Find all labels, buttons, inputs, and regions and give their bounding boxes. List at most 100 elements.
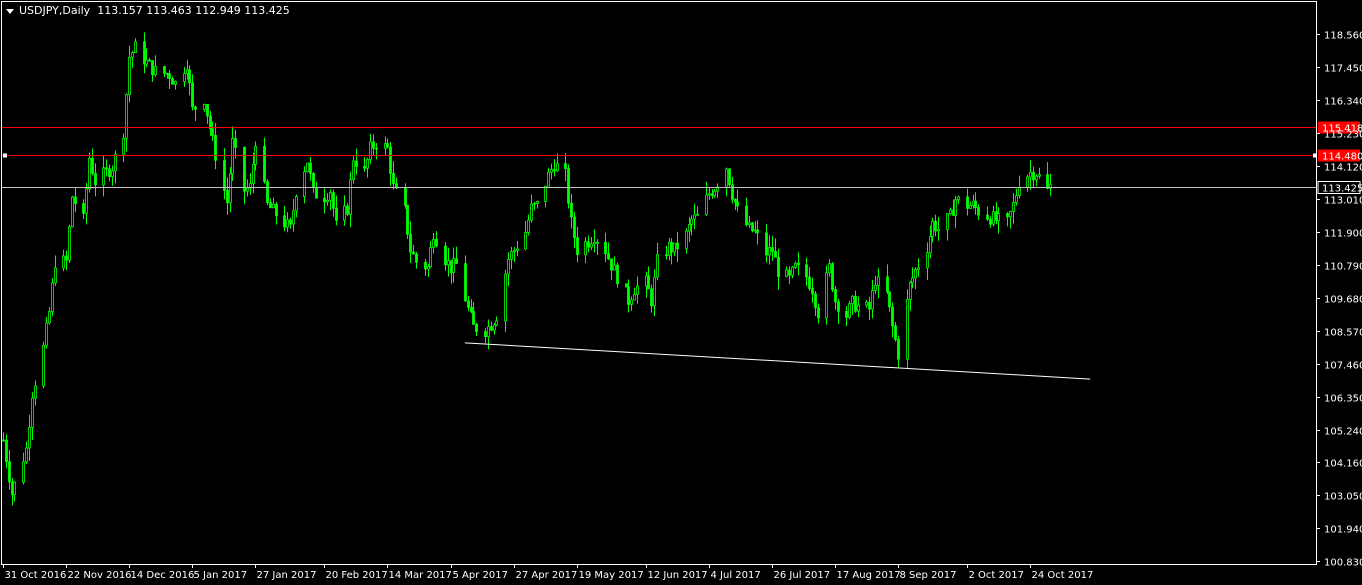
x-tick-label: 12 Jun 2017 — [648, 570, 708, 581]
candle-body — [389, 146, 392, 174]
candle-body — [424, 261, 427, 270]
candle-body — [550, 169, 553, 173]
candle-body — [435, 238, 438, 247]
candle-body — [926, 252, 929, 269]
candle-body — [493, 324, 496, 331]
candle-body — [837, 301, 840, 312]
chart-header: USDJPY,Daily 113.157 113.463 112.949 113… — [6, 4, 290, 17]
y-tick-label: 115.230 — [1324, 130, 1362, 141]
candle-body — [567, 168, 570, 204]
candle-body — [283, 215, 286, 228]
candle-body — [467, 300, 470, 308]
candle-body — [292, 210, 295, 225]
candle-body — [547, 171, 550, 187]
x-tick-label: 27 Apr 2017 — [516, 570, 578, 581]
candle-body — [854, 295, 857, 312]
candle-body — [937, 229, 940, 232]
candle-body — [931, 220, 934, 237]
candle-body — [295, 196, 298, 212]
candle-body — [894, 325, 897, 340]
candle-body — [412, 251, 415, 255]
x-tick-label: 22 Nov 2016 — [68, 570, 132, 581]
candle-body — [527, 219, 530, 233]
candle-body — [329, 192, 332, 201]
y-tick-label: 113.010 — [1324, 196, 1362, 207]
candle-body — [688, 224, 691, 232]
candle-body — [31, 397, 34, 428]
candle-body — [728, 168, 731, 186]
candle-body — [656, 254, 659, 278]
candle-body — [369, 141, 372, 160]
x-tick-label: 31 Oct 2016 — [5, 570, 67, 581]
candle-body — [888, 291, 891, 308]
candle-body — [366, 158, 369, 169]
candle-body — [917, 267, 920, 271]
candle-body — [25, 447, 28, 463]
candle-body — [536, 200, 539, 204]
candle-body — [636, 285, 639, 295]
candle-body — [243, 146, 246, 192]
candle-body — [231, 138, 234, 175]
candle-body — [748, 222, 751, 225]
x-tick-label: 26 Jul 2017 — [774, 570, 831, 581]
candle-body — [911, 277, 914, 284]
candle-body — [415, 253, 418, 263]
candle-body — [42, 344, 45, 387]
candle-body — [974, 200, 977, 208]
candle-body — [352, 160, 355, 180]
chart-background — [0, 0, 1362, 585]
candle-body — [206, 104, 209, 117]
candle-body — [690, 218, 693, 225]
candle-body — [507, 258, 510, 275]
current-price-label: 113.425 — [1322, 184, 1362, 195]
candle-body — [495, 320, 498, 326]
candle-body — [504, 273, 507, 322]
candle-body — [909, 282, 912, 300]
candle-body — [148, 59, 151, 62]
candle-body — [1015, 195, 1018, 203]
candle-body — [54, 267, 57, 284]
candle-body — [13, 481, 16, 496]
candle-body — [665, 254, 668, 257]
candle-body — [191, 82, 194, 108]
candle-body — [966, 196, 969, 209]
candle-body — [713, 190, 716, 196]
y-tick-label: 106.350 — [1324, 394, 1362, 405]
candle-body — [969, 204, 972, 209]
candle-body — [613, 264, 616, 271]
candle-body — [705, 194, 708, 215]
candle-body — [957, 196, 960, 201]
candle-body — [194, 106, 197, 110]
candle-body — [851, 295, 854, 305]
candle-body — [335, 207, 338, 221]
line-anchor-left — [3, 153, 7, 158]
candle-body — [444, 245, 447, 266]
y-tick-label: 116.340 — [1324, 97, 1362, 108]
x-tick-label: 20 Feb 2017 — [326, 570, 388, 581]
candle-body — [275, 203, 278, 217]
candle-body — [312, 172, 315, 188]
candle-body — [564, 163, 567, 169]
candle-body — [1038, 174, 1041, 177]
candle-body — [857, 304, 860, 312]
candle-body — [1006, 213, 1009, 218]
candle-body — [455, 258, 458, 265]
candle-body — [386, 143, 389, 148]
candle-body — [650, 288, 653, 307]
candle-body — [429, 247, 432, 267]
candle-body — [877, 276, 880, 286]
y-tick-label: 114.120 — [1324, 163, 1362, 174]
triangle-down-icon[interactable] — [6, 8, 14, 14]
candle-body — [484, 331, 487, 338]
candle-body — [765, 232, 768, 256]
candle-body — [1026, 176, 1029, 188]
candlestick-chart[interactable]: 115.418114.480113.425118.560117.450116.3… — [0, 0, 1362, 585]
candle-body — [777, 256, 780, 278]
candle-body — [183, 73, 186, 82]
candle-body — [845, 311, 848, 318]
candle-body — [725, 168, 728, 188]
candle-body — [745, 205, 748, 225]
candle-body — [785, 269, 788, 278]
candle-body — [125, 94, 128, 139]
candle-body — [1032, 171, 1035, 181]
